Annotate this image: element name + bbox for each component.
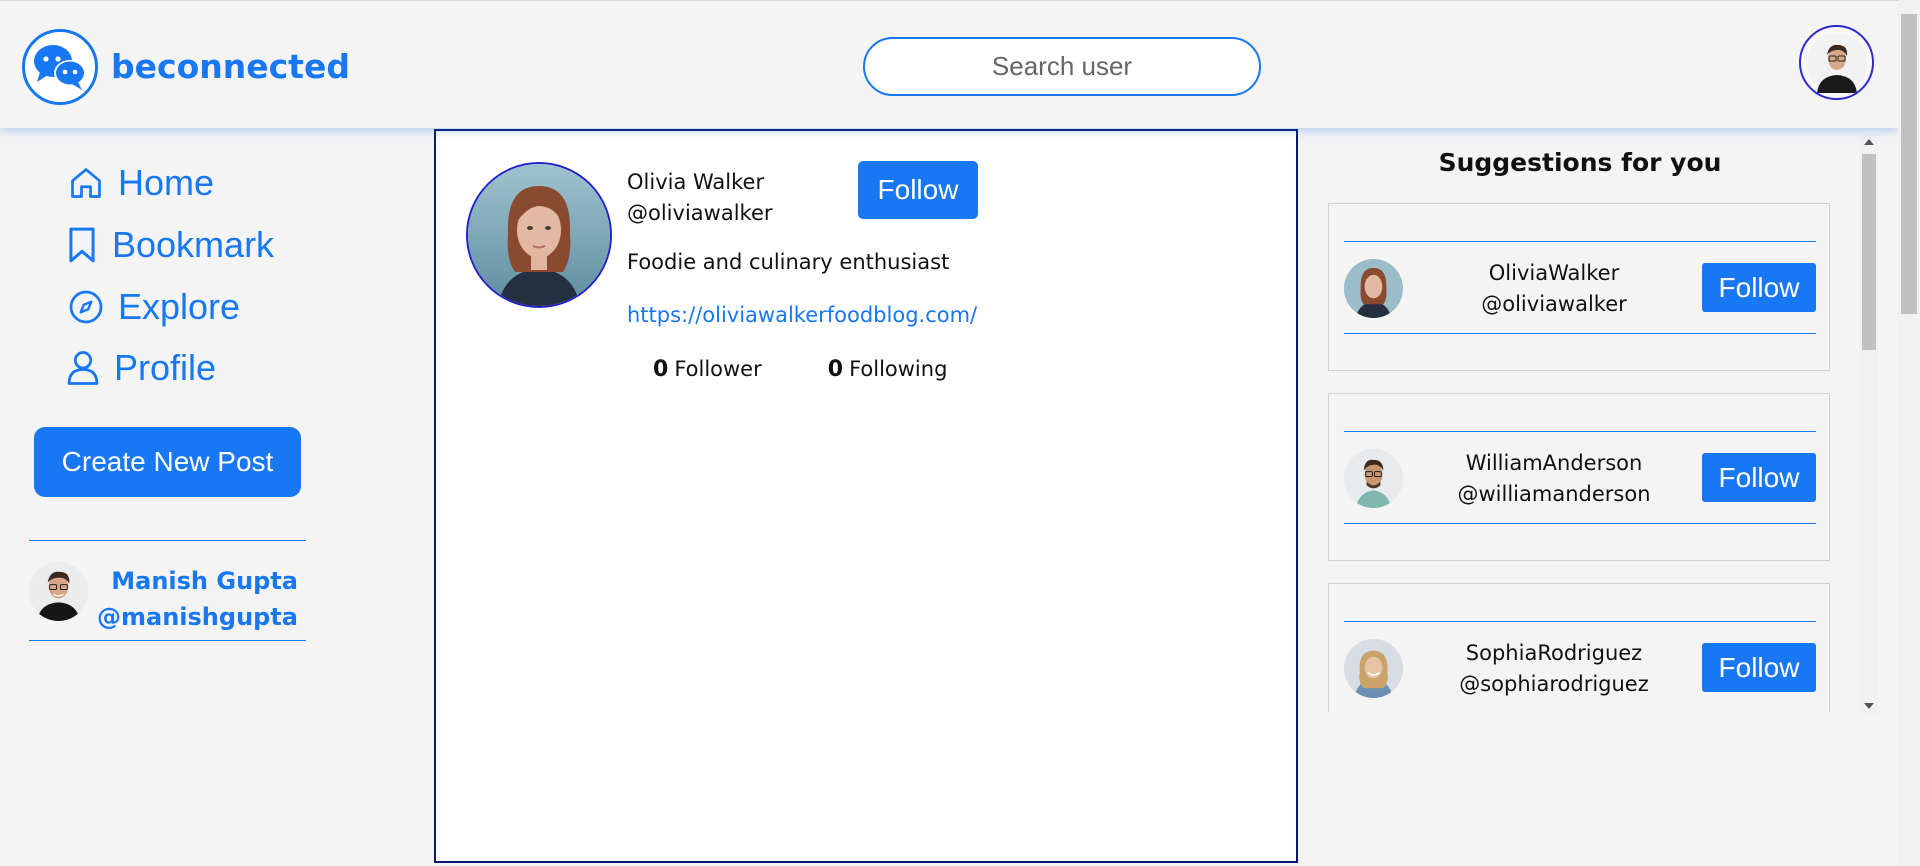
- suggestion-name: SophiaRodriguez: [1465, 641, 1643, 665]
- current-user-info: Manish Gupta @manishgupta: [97, 563, 298, 635]
- suggestion-info: SophiaRodriguez @sophiarodriguez: [1424, 638, 1684, 700]
- suggestion-name: WilliamAnderson: [1465, 451, 1643, 475]
- current-user-avatar: [29, 562, 88, 621]
- user-photo-icon: [1806, 32, 1867, 93]
- home-icon: [71, 168, 101, 198]
- suggestion-name: OliviaWalker: [1488, 261, 1620, 285]
- nav-bookmark[interactable]: Bookmark: [66, 224, 274, 266]
- user-photo-icon: [468, 164, 610, 306]
- current-user-handle: @manishgupta: [97, 603, 298, 631]
- profile-website-link[interactable]: https://oliviawalkerfoodblog.com/: [627, 303, 977, 327]
- bookmark-icon: [69, 227, 95, 263]
- following-count: 0: [827, 357, 844, 382]
- following-label: Following: [849, 357, 948, 381]
- suggestion-info: OliviaWalker @oliviawalker: [1424, 258, 1684, 320]
- suggestion-card: OliviaWalker @oliviawalker Follow: [1328, 203, 1830, 371]
- suggestions-scrollbar[interactable]: [1860, 134, 1878, 714]
- profile-stats: 0 Follower 0 Following: [653, 357, 947, 382]
- suggestion-card: WilliamAnderson @williamanderson Follow: [1328, 393, 1830, 561]
- nav-home-label: Home: [118, 162, 215, 203]
- nav-home[interactable]: Home: [68, 162, 214, 204]
- suggestion-row: SophiaRodriguez @sophiarodriguez Follow: [1344, 621, 1816, 712]
- user-photo-icon: [29, 562, 88, 621]
- profile-name: Olivia Walker: [627, 170, 765, 194]
- suggestion-handle: @sophiarodriguez: [1459, 672, 1649, 696]
- page-scrollbar[interactable]: [1898, 0, 1920, 866]
- suggestion-follow-button[interactable]: Follow: [1702, 263, 1816, 312]
- user-photo-icon: [1344, 449, 1403, 508]
- suggestion-avatar[interactable]: [1344, 449, 1403, 508]
- suggestions-title: Suggestions for you: [1438, 148, 1722, 177]
- suggestion-avatar[interactable]: [1344, 259, 1403, 318]
- following-stat[interactable]: 0 Following: [828, 357, 948, 382]
- search-user-input[interactable]: [863, 37, 1261, 96]
- user-icon: [67, 351, 99, 385]
- top-header: beconnected: [0, 0, 1898, 128]
- brand-name[interactable]: beconnected: [111, 47, 350, 86]
- profile-handle: @oliviawalker: [627, 201, 773, 225]
- nav-profile-label: Profile: [114, 347, 217, 388]
- nav-explore[interactable]: Explore: [68, 286, 240, 328]
- followers-count: 0: [653, 357, 669, 382]
- nav-bookmark-label: Bookmark: [112, 224, 275, 265]
- suggestions-list: OliviaWalker @oliviawalker Follow Willia…: [1328, 200, 1830, 712]
- create-new-post-button[interactable]: Create New Post: [34, 427, 301, 497]
- suggestion-row: WilliamAnderson @williamanderson Follow: [1344, 431, 1816, 524]
- scroll-up-arrow-icon[interactable]: [1864, 139, 1874, 145]
- header-avatar[interactable]: [1799, 25, 1874, 100]
- user-photo-icon: [1344, 259, 1403, 318]
- chat-bubbles-logo-icon[interactable]: [22, 29, 98, 105]
- suggestion-card: SophiaRodriguez @sophiarodriguez Follow: [1328, 583, 1830, 712]
- compass-icon: [69, 290, 103, 324]
- scroll-down-arrow-icon[interactable]: [1864, 703, 1874, 709]
- suggestions-scroll-thumb[interactable]: [1862, 154, 1876, 350]
- suggestion-avatar[interactable]: [1344, 639, 1403, 698]
- follow-button[interactable]: Follow: [858, 161, 978, 219]
- suggestion-row: OliviaWalker @oliviawalker Follow: [1344, 241, 1816, 334]
- suggestion-follow-button[interactable]: Follow: [1702, 643, 1816, 692]
- profile-name-block: Olivia Walker @oliviawalker: [627, 167, 773, 229]
- current-user-name: Manish Gupta: [111, 567, 298, 595]
- profile-panel: Olivia Walker @oliviawalker Follow Foodi…: [434, 129, 1298, 863]
- profile-avatar: [466, 162, 612, 308]
- page-scroll-thumb[interactable]: [1901, 14, 1917, 314]
- suggestion-follow-button[interactable]: Follow: [1702, 453, 1816, 502]
- current-user-card[interactable]: Manish Gupta @manishgupta: [29, 540, 306, 641]
- suggestion-info: WilliamAnderson @williamanderson: [1424, 448, 1684, 510]
- followers-stat[interactable]: 0 Follower: [653, 357, 762, 382]
- user-photo-icon: [1344, 639, 1403, 698]
- followers-label: Follower: [674, 357, 762, 381]
- nav-explore-label: Explore: [118, 286, 241, 327]
- profile-bio: Foodie and culinary enthusiast: [627, 250, 950, 274]
- suggestion-handle: @oliviawalker: [1481, 292, 1627, 316]
- suggestion-handle: @williamanderson: [1457, 482, 1651, 506]
- nav-profile[interactable]: Profile: [66, 347, 216, 389]
